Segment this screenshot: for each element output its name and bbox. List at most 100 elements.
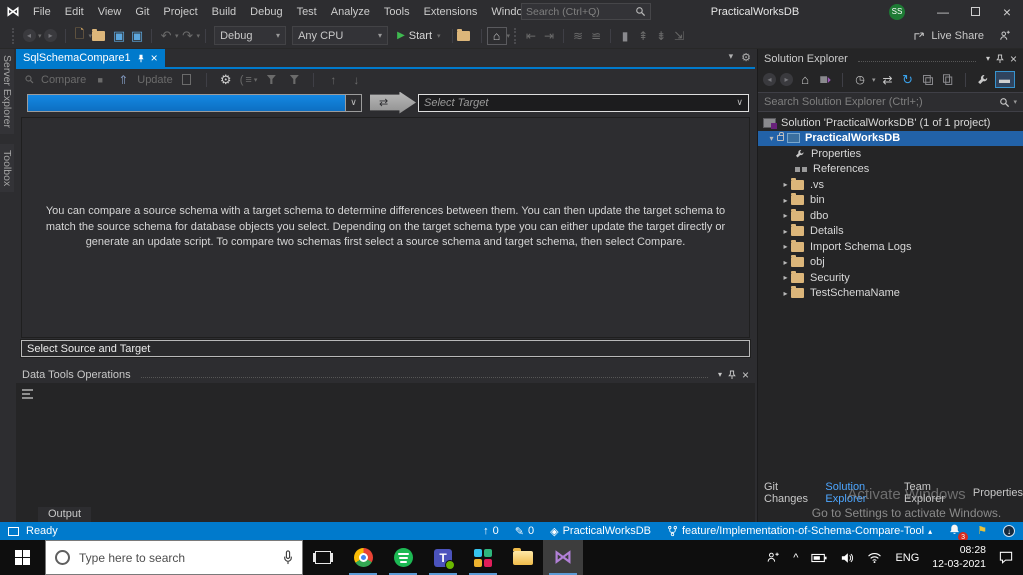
data-tools-operations-header[interactable]: Data Tools Operations ▾ × bbox=[16, 366, 755, 383]
tree-row-project[interactable]: ▾ PracticalWorksDB bbox=[758, 130, 1023, 146]
attach-to-process-icon[interactable] bbox=[457, 27, 476, 45]
navigate-back-icon[interactable]: ◂ bbox=[20, 27, 38, 45]
forward-button[interactable]: ▸ bbox=[780, 73, 793, 86]
people-icon[interactable] bbox=[766, 551, 780, 564]
menu-view[interactable]: View bbox=[91, 0, 129, 23]
close-button[interactable]: × bbox=[991, 0, 1023, 23]
show-all-files-button[interactable] bbox=[940, 72, 956, 88]
hidden-icons-chevron[interactable]: ^ bbox=[793, 552, 798, 564]
document-tab-sqlschemacompare1[interactable]: SqlSchemaCompare1 × bbox=[16, 49, 165, 67]
tree-row-folder-obj[interactable]: ▸ obj bbox=[758, 255, 1023, 271]
taskbar-visual-studio-button[interactable]: ⋈ bbox=[543, 540, 583, 575]
maximize-button[interactable] bbox=[959, 0, 991, 23]
menu-edit[interactable]: Edit bbox=[58, 0, 91, 23]
generate-script-icon[interactable] bbox=[178, 71, 196, 89]
wifi-icon[interactable] bbox=[867, 552, 882, 563]
repository-picker[interactable]: ◈ PracticalWorksDB bbox=[550, 525, 651, 538]
prev-bookmark-icon[interactable]: ⇞ bbox=[634, 27, 652, 45]
solution-platforms-dropdown[interactable]: Any CPU ▾ bbox=[292, 26, 389, 45]
save-icon[interactable]: ▣ bbox=[110, 27, 128, 45]
indent-decrease-icon[interactable]: ⇤ bbox=[522, 27, 540, 45]
pending-changes-filter-button[interactable]: ◷ bbox=[852, 72, 868, 88]
redo-icon[interactable]: ↷ bbox=[179, 27, 197, 45]
user-avatar[interactable]: SS bbox=[889, 3, 905, 20]
bookmark-icon[interactable]: ▮ bbox=[616, 27, 634, 45]
tree-row-solution[interactable]: Solution 'PracticalWorksDB' (1 of 1 proj… bbox=[758, 115, 1023, 131]
background-tasks-icon[interactable] bbox=[8, 526, 19, 536]
menu-analyze[interactable]: Analyze bbox=[324, 0, 377, 23]
tab-options-gear-icon[interactable]: ⚙ bbox=[741, 51, 751, 64]
home-button[interactable]: ⌂ bbox=[797, 72, 813, 88]
group-results-dropdown[interactable]: (≡ ▾ bbox=[240, 74, 258, 86]
language-indicator[interactable]: ENG bbox=[895, 552, 919, 564]
task-view-button[interactable] bbox=[303, 540, 343, 575]
send-feedback-icon[interactable] bbox=[998, 30, 1011, 42]
pending-edits-indicator[interactable]: ✎ 0 bbox=[515, 525, 534, 538]
solution-configurations-dropdown[interactable]: Debug ▾ bbox=[214, 26, 287, 45]
collapsed-arrow-icon[interactable]: ▸ bbox=[780, 196, 791, 205]
collapse-all-button[interactable] bbox=[920, 72, 936, 88]
next-bookmark-icon[interactable]: ⇟ bbox=[652, 27, 670, 45]
taskbar-file-explorer-button[interactable] bbox=[503, 540, 543, 575]
menu-project[interactable]: Project bbox=[156, 0, 204, 23]
taskbar-spotify-button[interactable] bbox=[383, 540, 423, 575]
pin-icon[interactable] bbox=[728, 370, 736, 380]
pin-icon[interactable] bbox=[996, 54, 1004, 64]
microphone-icon[interactable] bbox=[283, 550, 293, 565]
pin-icon[interactable] bbox=[137, 54, 145, 63]
notifications-button[interactable]: 3 bbox=[948, 523, 969, 542]
menu-tools[interactable]: Tools bbox=[377, 0, 417, 23]
clear-filter-icon[interactable] bbox=[285, 71, 303, 89]
update-button[interactable]: Update bbox=[137, 74, 172, 86]
taskbar-clock[interactable]: 08:28 12-03-2021 bbox=[932, 544, 986, 570]
menu-debug[interactable]: Debug bbox=[243, 0, 289, 23]
comment-icon[interactable]: ≋ bbox=[569, 27, 587, 45]
collapsed-arrow-icon[interactable]: ▸ bbox=[780, 211, 791, 220]
feedback-icon[interactable]: ⚑ bbox=[977, 525, 987, 537]
select-source-chevron[interactable]: ∨ bbox=[345, 93, 362, 112]
action-center-icon[interactable] bbox=[999, 551, 1013, 564]
menu-test[interactable]: Test bbox=[290, 0, 324, 23]
preview-selected-items-toggle[interactable]: ▬ bbox=[994, 71, 1015, 88]
compare-button[interactable]: Compare bbox=[41, 74, 86, 86]
live-share-button[interactable]: Live Share bbox=[913, 30, 984, 42]
start-debugging-button[interactable]: ▶ Start ▾ bbox=[397, 30, 440, 42]
sync-with-active-document-button[interactable]: ⇄ bbox=[880, 72, 896, 88]
window-position-dropdown-icon[interactable]: ▾ bbox=[718, 370, 722, 379]
taskbar-chrome-button[interactable] bbox=[343, 540, 383, 575]
document-list-dropdown-icon[interactable]: ▾ bbox=[729, 51, 734, 64]
collapsed-arrow-icon[interactable]: ▸ bbox=[780, 227, 791, 236]
tree-row-folder-dbo[interactable]: ▸ dbo bbox=[758, 208, 1023, 224]
collapsed-arrow-icon[interactable]: ▸ bbox=[780, 258, 791, 267]
window-position-dropdown-icon[interactable]: ▾ bbox=[986, 54, 990, 63]
stop-icon[interactable]: ■ bbox=[91, 71, 109, 89]
tree-row-folder-testschemaname[interactable]: ▸ TestSchemaName bbox=[758, 286, 1023, 302]
previous-difference-icon[interactable]: ↑ bbox=[324, 71, 342, 89]
tree-row-folder-vs[interactable]: ▸ .vs bbox=[758, 177, 1023, 193]
indent-increase-icon[interactable]: ⇥ bbox=[540, 27, 558, 45]
server-explorer-tab[interactable]: Server Explorer bbox=[0, 49, 14, 134]
minimize-button[interactable]: — bbox=[927, 0, 959, 23]
tree-row-folder-import-schema-logs[interactable]: ▸ Import Schema Logs bbox=[758, 239, 1023, 255]
incoming-commits-indicator[interactable]: ↑ 0 bbox=[483, 525, 499, 537]
collapsed-arrow-icon[interactable]: ▸ bbox=[780, 180, 791, 189]
battery-icon[interactable] bbox=[811, 553, 827, 563]
start-button[interactable] bbox=[0, 540, 45, 575]
menu-extensions[interactable]: Extensions bbox=[417, 0, 485, 23]
toolbox-tab[interactable]: Toolbox bbox=[0, 143, 14, 193]
operations-list-icon[interactable] bbox=[22, 389, 33, 401]
clear-bookmarks-icon[interactable]: ⇲ bbox=[670, 27, 688, 45]
filter-dropdown-icon[interactable]: ▾ bbox=[872, 76, 876, 84]
taskbar-teams-button[interactable]: T bbox=[423, 540, 463, 575]
collapsed-arrow-icon[interactable]: ▸ bbox=[780, 273, 791, 282]
navigate-forward-icon[interactable]: ▸ bbox=[42, 27, 60, 45]
taskbar-search-input[interactable]: Type here to search bbox=[45, 540, 303, 575]
close-panel-icon[interactable]: × bbox=[1010, 52, 1017, 66]
volume-icon[interactable] bbox=[840, 552, 854, 564]
compare-options-gear-icon[interactable]: ⚙ bbox=[217, 71, 235, 89]
switch-source-target-button[interactable]: ⇄ bbox=[370, 91, 416, 114]
undo-icon[interactable]: ↶ bbox=[157, 27, 175, 45]
collapsed-arrow-icon[interactable]: ▸ bbox=[780, 289, 791, 298]
toolbar-grip[interactable] bbox=[514, 27, 518, 44]
switch-views-button[interactable] bbox=[817, 72, 833, 88]
